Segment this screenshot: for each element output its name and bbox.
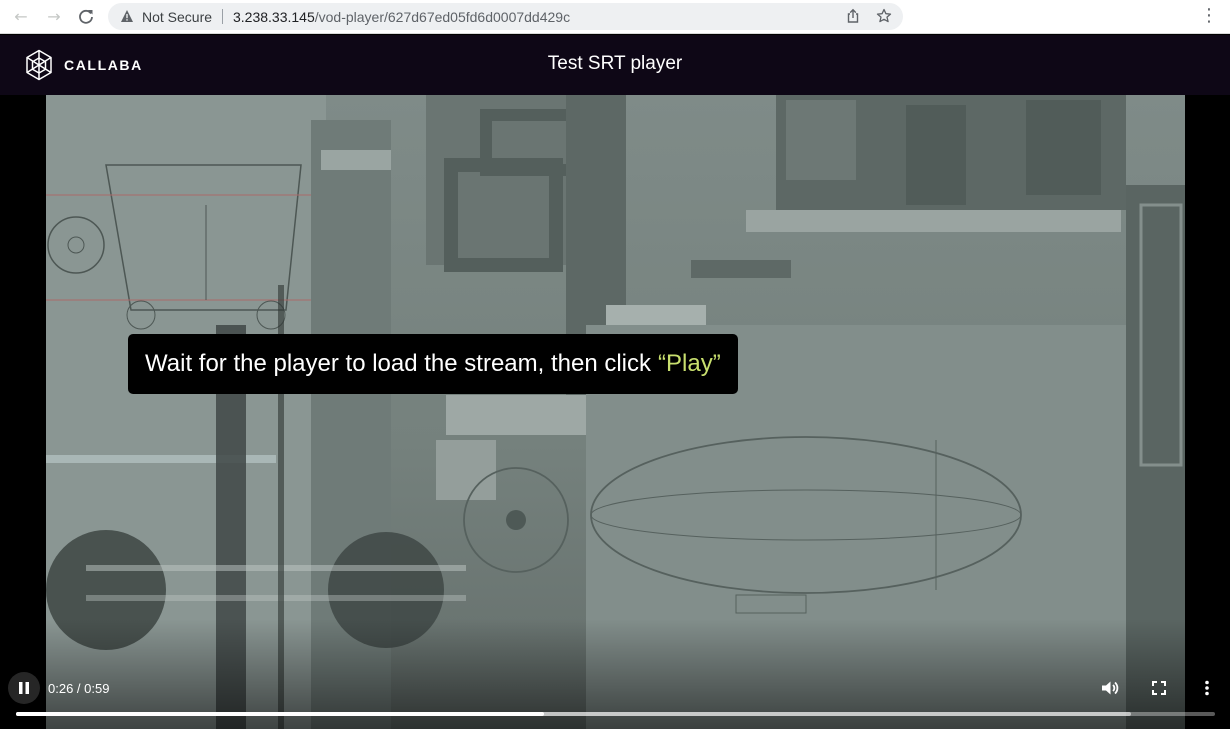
volume-icon[interactable] [1100,678,1120,698]
browser-toolbar: ← → Not Secure 3.238.33.145/vod-player/6… [0,0,1230,34]
share-icon[interactable] [845,8,861,24]
menu-dots-icon[interactable]: ⋮ [1200,6,1218,26]
fullscreen-icon[interactable] [1149,678,1169,698]
address-bar[interactable]: Not Secure 3.238.33.145/vod-player/627d6… [108,3,903,30]
page-title: Test SRT player [547,53,683,74]
more-options-icon[interactable] [1197,678,1217,698]
omnibox-divider [222,9,223,24]
seek-bar[interactable] [16,712,1215,716]
url-path: /vod-player/627d67ed05fd6d0007dd429c [314,9,571,25]
instruction-text: Wait for the player to load the stream, … [145,350,652,377]
bookmark-star-icon[interactable] [876,8,892,24]
security-status-label[interactable]: Not Secure [142,9,212,25]
warning-icon [121,10,133,22]
forward-arrow-icon[interactable]: → [44,7,64,27]
time-display: 0:26 / 0:59 [48,681,110,696]
instruction-overlay: Wait for the player to load the stream, … [128,334,738,394]
url-host: 3.238.33.145 [233,9,315,25]
reload-icon[interactable] [76,7,96,27]
progress-fill [16,712,544,716]
pause-icon [19,682,29,694]
url-text[interactable]: 3.238.33.145/vod-player/627d67ed05fd6d00… [233,9,570,25]
app-header: CALLABA Test SRT player [0,35,1230,95]
back-arrow-icon[interactable]: ← [11,7,31,27]
play-pause-button[interactable] [8,672,40,704]
instruction-play-highlight: “Play” [658,350,721,377]
video-player[interactable] [0,95,1230,729]
